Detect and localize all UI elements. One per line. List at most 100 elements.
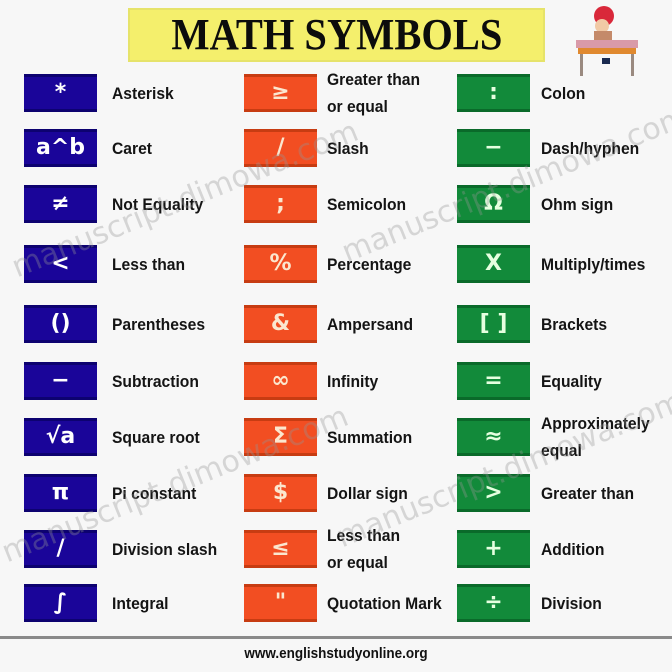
symbol-label-line: Summation xyxy=(327,427,413,447)
footer-url: www.englishstudyonline.org xyxy=(244,645,428,662)
symbol-label-line: Dollar sign xyxy=(327,483,408,503)
symbol-box: X xyxy=(457,245,530,283)
symbol-label-line: Division xyxy=(541,593,602,613)
symbol-label: Dash/hyphen xyxy=(541,135,639,162)
symbol-box: & xyxy=(244,305,317,343)
symbol-box: % xyxy=(244,245,317,283)
symbol-label: Equality xyxy=(541,368,602,395)
symbol-box: $ xyxy=(244,474,317,512)
symbol-label: Less than or equal xyxy=(327,522,400,576)
symbol-box: [ ] xyxy=(457,305,530,343)
symbol-label-line: Equality xyxy=(541,371,602,391)
symbol-label: Infinity xyxy=(327,368,378,395)
symbol-box: ≤ xyxy=(244,530,317,568)
symbol-label-line: Parentheses xyxy=(112,314,206,334)
symbol-label-line: Less than xyxy=(327,526,401,545)
symbol-box: < xyxy=(24,245,97,283)
symbol-label-line: Square root xyxy=(112,427,200,447)
desk-leg-icon xyxy=(631,54,634,76)
symbol-label-line: Pi constant xyxy=(112,483,197,503)
symbol-label-line: Less than xyxy=(112,254,186,274)
symbol-label: Less than xyxy=(112,251,185,278)
symbol-label-line: Greater than xyxy=(327,70,421,89)
symbol-label: Integral xyxy=(112,590,168,617)
symbol-label: Approximately equal xyxy=(541,410,650,464)
symbol-label: Asterisk xyxy=(112,80,174,107)
symbol-box: = xyxy=(457,362,530,400)
symbol-label: Ohm sign xyxy=(541,191,613,218)
symbol-box: − xyxy=(457,129,530,167)
symbol-box: + xyxy=(457,530,530,568)
symbol-label-line: Subtraction xyxy=(112,371,199,391)
footer-divider xyxy=(0,636,672,639)
symbol-label: Quotation Mark xyxy=(327,590,442,617)
symbol-label-line: Quotation Mark xyxy=(327,593,442,613)
desk-leg-icon xyxy=(580,54,583,76)
symbol-label-line: or equal xyxy=(327,553,388,572)
symbol-label: Ampersand xyxy=(327,311,413,338)
symbol-label: Dollar sign xyxy=(327,480,408,507)
symbol-label: Division slash xyxy=(112,536,217,563)
symbol-label-line: Greater than xyxy=(541,483,635,503)
symbol-box: / xyxy=(24,530,97,568)
symbol-box: ∞ xyxy=(244,362,317,400)
symbol-label: Semicolon xyxy=(327,191,406,218)
symbol-label: Colon xyxy=(541,80,585,107)
symbol-label-line: Semicolon xyxy=(327,194,407,214)
symbol-label-line: Caret xyxy=(112,138,152,158)
symbol-box: a^b xyxy=(24,129,97,167)
symbol-label-line: Colon xyxy=(541,83,586,103)
symbol-label: Addition xyxy=(541,536,604,563)
title-banner: MATH SYMBOLS xyxy=(128,8,545,62)
symbol-label-line: Addition xyxy=(541,539,605,559)
student-at-desk-illustration xyxy=(576,6,638,76)
symbol-box: ≥ xyxy=(244,74,317,112)
symbol-box: () xyxy=(24,305,97,343)
symbol-box: : xyxy=(457,74,530,112)
symbol-box: ÷ xyxy=(457,584,530,622)
desk-top-icon xyxy=(576,40,638,48)
symbol-label-line: Multiply/times xyxy=(541,254,646,274)
symbol-label-line: Infinity xyxy=(327,371,379,391)
symbol-label: Greater than or equal xyxy=(327,66,420,120)
symbol-box: π xyxy=(24,474,97,512)
symbol-box: − xyxy=(24,362,97,400)
symbol-box: ∫ xyxy=(24,584,97,622)
symbol-label-line: Not Equality xyxy=(112,194,204,214)
symbol-box: ≈ xyxy=(457,418,530,456)
symbol-label: Percentage xyxy=(327,251,411,278)
symbol-label: Multiply/times xyxy=(541,251,645,278)
symbol-label: Not Equality xyxy=(112,191,203,218)
symbol-box: Ω xyxy=(457,185,530,223)
symbol-label: Summation xyxy=(327,424,412,451)
page-title: MATH SYMBOLS xyxy=(171,10,502,59)
symbol-label-line: equal xyxy=(541,441,582,460)
symbol-box: ; xyxy=(244,185,317,223)
mascot-face-icon xyxy=(595,19,609,33)
symbol-box: " xyxy=(244,584,317,622)
desk-drawer-icon xyxy=(578,48,636,54)
symbol-label-line: Asterisk xyxy=(112,83,174,103)
symbol-label-line: Slash xyxy=(327,138,369,158)
symbol-label: Square root xyxy=(112,424,200,451)
mascot-shoes-icon xyxy=(602,58,610,64)
symbol-box: √a xyxy=(24,418,97,456)
symbol-label: Pi constant xyxy=(112,480,196,507)
symbol-label-line: Integral xyxy=(112,593,169,613)
symbol-label: Caret xyxy=(112,135,152,162)
symbol-label-line: Division slash xyxy=(112,539,218,559)
symbol-label-line: Ampersand xyxy=(327,314,414,334)
symbol-label-line: Approximately xyxy=(541,414,650,433)
symbol-label: Greater than xyxy=(541,480,634,507)
symbol-label-line: Dash/hyphen xyxy=(541,138,640,158)
symbol-label-line: Percentage xyxy=(327,254,412,274)
symbol-box: > xyxy=(457,474,530,512)
symbol-label-line: Ohm sign xyxy=(541,194,614,214)
symbol-label-line: Brackets xyxy=(541,314,608,334)
symbol-label: Brackets xyxy=(541,311,607,338)
symbol-box: ≠ xyxy=(24,185,97,223)
symbol-label: Parentheses xyxy=(112,311,205,338)
symbol-label-line: or equal xyxy=(327,97,388,116)
symbol-box: * xyxy=(24,74,97,112)
symbol-label: Division xyxy=(541,590,602,617)
